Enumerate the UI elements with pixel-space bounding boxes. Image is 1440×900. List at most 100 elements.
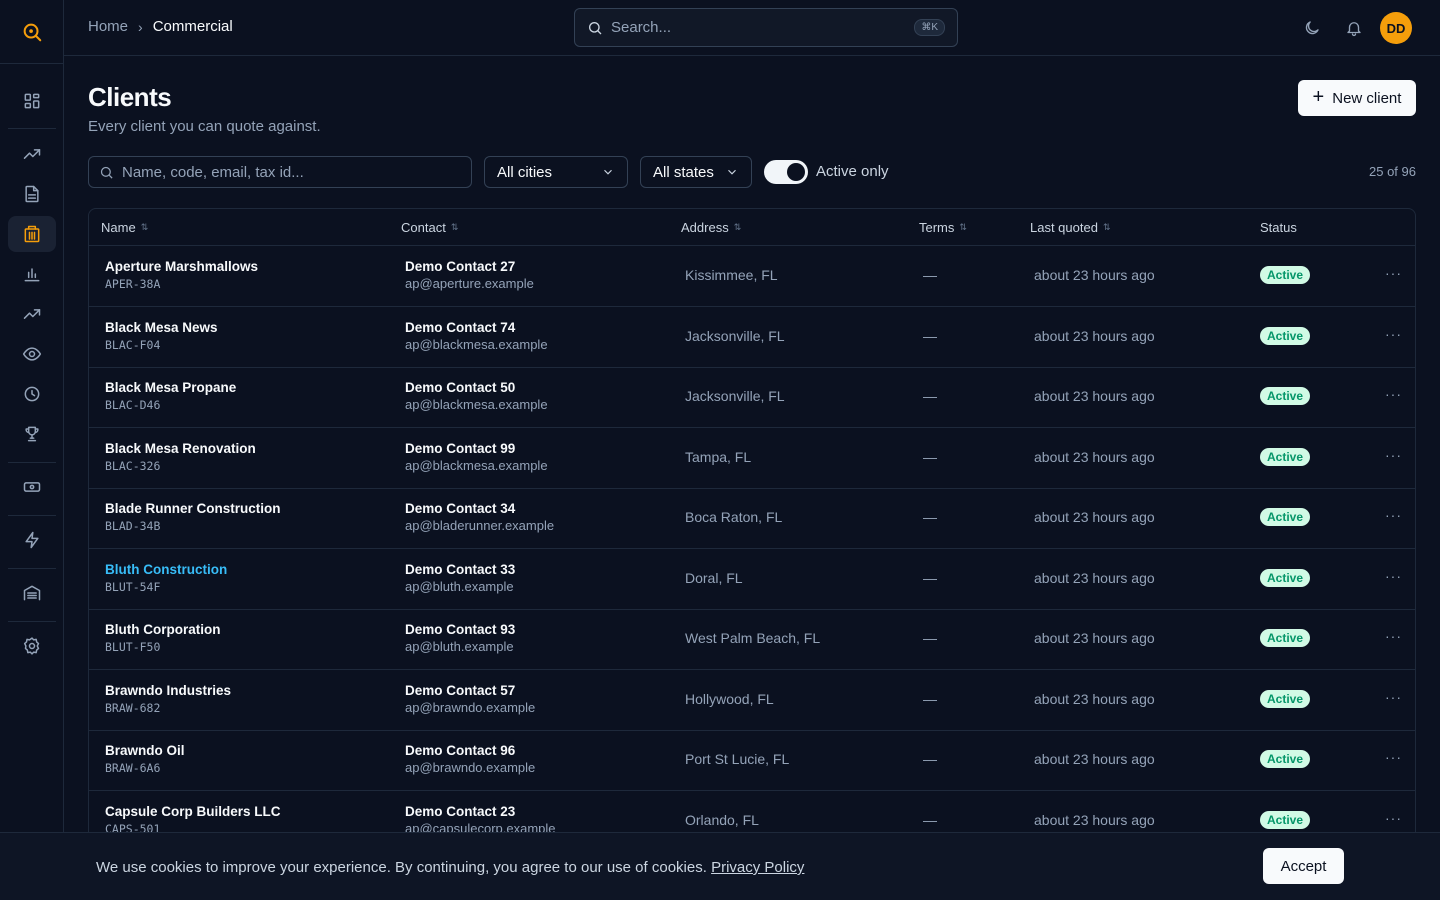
- table-row[interactable]: Black Mesa Propane BLAC-D46 Demo Contact 5…: [89, 367, 1415, 428]
- sort-icon: ⇅: [959, 222, 967, 232]
- client-code: APER-38A: [105, 277, 161, 291]
- terms-cell: —: [923, 267, 937, 283]
- client-name-cell: Bluth Corporation BLUT-F50: [105, 622, 220, 654]
- status-badge: Active: [1260, 387, 1311, 405]
- table-row[interactable]: Blade Runner Construction BLAD-34B Demo Co…: [89, 488, 1415, 549]
- trophy-icon[interactable]: [8, 416, 56, 452]
- document-icon[interactable]: [8, 176, 56, 212]
- terms-cell: —: [923, 448, 937, 465]
- result-count: 25 of 96: [1369, 164, 1416, 179]
- client-name-cell: Bluth Construction BLUT-54F: [105, 562, 227, 594]
- column-header-address[interactable]: Address ⇅: [681, 220, 741, 235]
- bar-chart-icon[interactable]: [8, 256, 56, 292]
- client-name[interactable]: Black Mesa Propane: [105, 380, 236, 395]
- column-contact-label: Contact: [401, 220, 446, 235]
- table-row[interactable]: Bluth Construction BLUT-54F Demo Contact 3…: [89, 549, 1415, 610]
- sort-icon: ⇅: [733, 222, 742, 232]
- table-row[interactable]: Black Mesa News BLAC-F04 Demo Contact 74 ap…: [89, 307, 1415, 368]
- contact-cell: Demo Contact 74 ap@blackmesa.example: [405, 320, 548, 352]
- theme-moon-icon[interactable]: [1300, 16, 1324, 40]
- contact-name: Demo Contact 50: [405, 380, 516, 395]
- notifications-bell-icon[interactable]: [1342, 16, 1366, 40]
- column-status-label: Status: [1260, 220, 1297, 235]
- table-row[interactable]: Black Mesa Renovation BLAC-326 Demo Contac…: [89, 428, 1415, 489]
- client-name[interactable]: Brawndo Industries: [105, 683, 231, 698]
- lightning-icon[interactable]: [8, 522, 56, 558]
- active-only-toggle[interactable]: [764, 160, 808, 184]
- table-row[interactable]: Brawndo Industries BRAW-682 Demo Contact 5…: [89, 670, 1415, 731]
- table-row[interactable]: Brawndo Oil BRAW-6A6 Demo Contact 96 ap@bra…: [89, 730, 1415, 791]
- terms-cell: —: [923, 509, 937, 525]
- contact-cell: Demo Contact 96 ap@brawndo.example: [405, 743, 535, 775]
- breadcrumb-home-link[interactable]: Home: [88, 18, 128, 35]
- address-cell: Doral, FL: [685, 569, 743, 586]
- logo-search-icon[interactable]: [0, 0, 64, 64]
- cookie-text: We use cookies to improve your experienc…: [96, 859, 804, 876]
- sort-icon: ⇅: [140, 222, 149, 232]
- terms-cell: —: [923, 630, 937, 646]
- row-actions-more-icon[interactable]: ···: [1385, 749, 1402, 765]
- client-name[interactable]: Blade Runner Construction: [105, 501, 281, 516]
- row-actions-more-icon[interactable]: ···: [1385, 689, 1402, 705]
- client-name[interactable]: Aperture Marshmallows: [105, 259, 258, 274]
- trending-icon[interactable]: [8, 296, 56, 332]
- row-actions-more-icon[interactable]: ···: [1385, 507, 1402, 523]
- warehouse-icon[interactable]: [8, 575, 56, 611]
- clients-table: Name ⇅ Contact ⇅ Address ⇅ Terms ⇅ Last quot…: [88, 208, 1416, 848]
- client-name[interactable]: Black Mesa Renovation: [105, 441, 256, 456]
- contact-name: Demo Contact 34: [405, 501, 516, 516]
- table-row[interactable]: Bluth Corporation BLUT-F50 Demo Contact 93…: [89, 609, 1415, 670]
- money-icon[interactable]: [8, 469, 56, 505]
- cookie-banner: We use cookies to improve your experienc…: [0, 832, 1440, 900]
- sort-icon: ⇅: [1102, 222, 1111, 232]
- row-actions-more-icon[interactable]: ···: [1385, 386, 1402, 402]
- global-search-placeholder: Search...: [611, 19, 672, 36]
- privacy-policy-link[interactable]: Privacy Policy: [711, 859, 804, 876]
- client-name-cell: Aperture Marshmallows APER-38A: [105, 259, 258, 291]
- user-avatar[interactable]: DD: [1380, 12, 1412, 44]
- row-actions-more-icon[interactable]: ···: [1385, 447, 1402, 463]
- city-filter-value: All cities: [497, 163, 553, 181]
- row-actions-more-icon[interactable]: ···: [1385, 326, 1402, 342]
- contact-cell: Demo Contact 34 ap@bladerunner.example: [405, 501, 554, 533]
- client-code: BLUT-54F: [105, 579, 161, 594]
- accept-cookies-button[interactable]: Accept: [1263, 848, 1344, 884]
- row-actions-more-icon[interactable]: ···: [1385, 810, 1402, 826]
- global-search-input[interactable]: Search... ⌘K: [574, 8, 958, 47]
- table-row[interactable]: Aperture Marshmallows APER-38A Demo Contac…: [89, 246, 1415, 307]
- client-name[interactable]: Brawndo Oil: [105, 743, 185, 758]
- column-header-contact[interactable]: Contact ⇅: [401, 220, 458, 235]
- dashboard-icon[interactable]: [8, 83, 56, 119]
- state-filter-select[interactable]: All states: [640, 156, 752, 188]
- status-badge: Active: [1260, 447, 1311, 466]
- page-subtitle: Every client you can quote against.: [88, 118, 321, 135]
- column-header-name[interactable]: Name ⇅: [101, 220, 148, 235]
- eye-icon[interactable]: [8, 336, 56, 372]
- row-actions-more-icon[interactable]: ···: [1385, 265, 1402, 281]
- client-code: BLAC-F04: [105, 337, 161, 352]
- status-cell: Active: [1260, 326, 1311, 345]
- client-search-input[interactable]: Name, code, email, tax id...: [88, 156, 472, 188]
- new-client-button[interactable]: + New client: [1298, 80, 1416, 116]
- status-badge: Active: [1260, 810, 1311, 829]
- row-actions-more-icon[interactable]: ···: [1385, 568, 1402, 584]
- sort-icon: ⇅: [450, 222, 459, 232]
- building-icon[interactable]: [8, 216, 56, 252]
- client-name[interactable]: Black Mesa News: [105, 320, 218, 335]
- city-filter-select[interactable]: All cities: [484, 156, 628, 188]
- trending-up-icon[interactable]: [8, 136, 56, 172]
- column-header-last-quoted[interactable]: Last quoted ⇅: [1030, 220, 1111, 235]
- last-quoted-cell: about 23 hours ago: [1034, 448, 1155, 465]
- contact-email: ap@bluth.example: [405, 578, 514, 594]
- client-name[interactable]: Bluth Corporation: [105, 622, 220, 637]
- clock-icon[interactable]: [8, 376, 56, 412]
- settings-gear-icon[interactable]: [8, 628, 56, 664]
- plus-icon: +: [1312, 86, 1325, 108]
- contact-email: ap@bluth.example: [405, 639, 514, 654]
- column-header-status: Status: [1260, 220, 1297, 235]
- status-cell: Active: [1260, 568, 1311, 587]
- row-actions-more-icon[interactable]: ···: [1385, 628, 1402, 644]
- client-name[interactable]: Bluth Construction: [105, 562, 227, 577]
- client-name[interactable]: Capsule Corp Builders LLC: [105, 804, 281, 819]
- column-header-terms[interactable]: Terms ⇅: [919, 220, 967, 235]
